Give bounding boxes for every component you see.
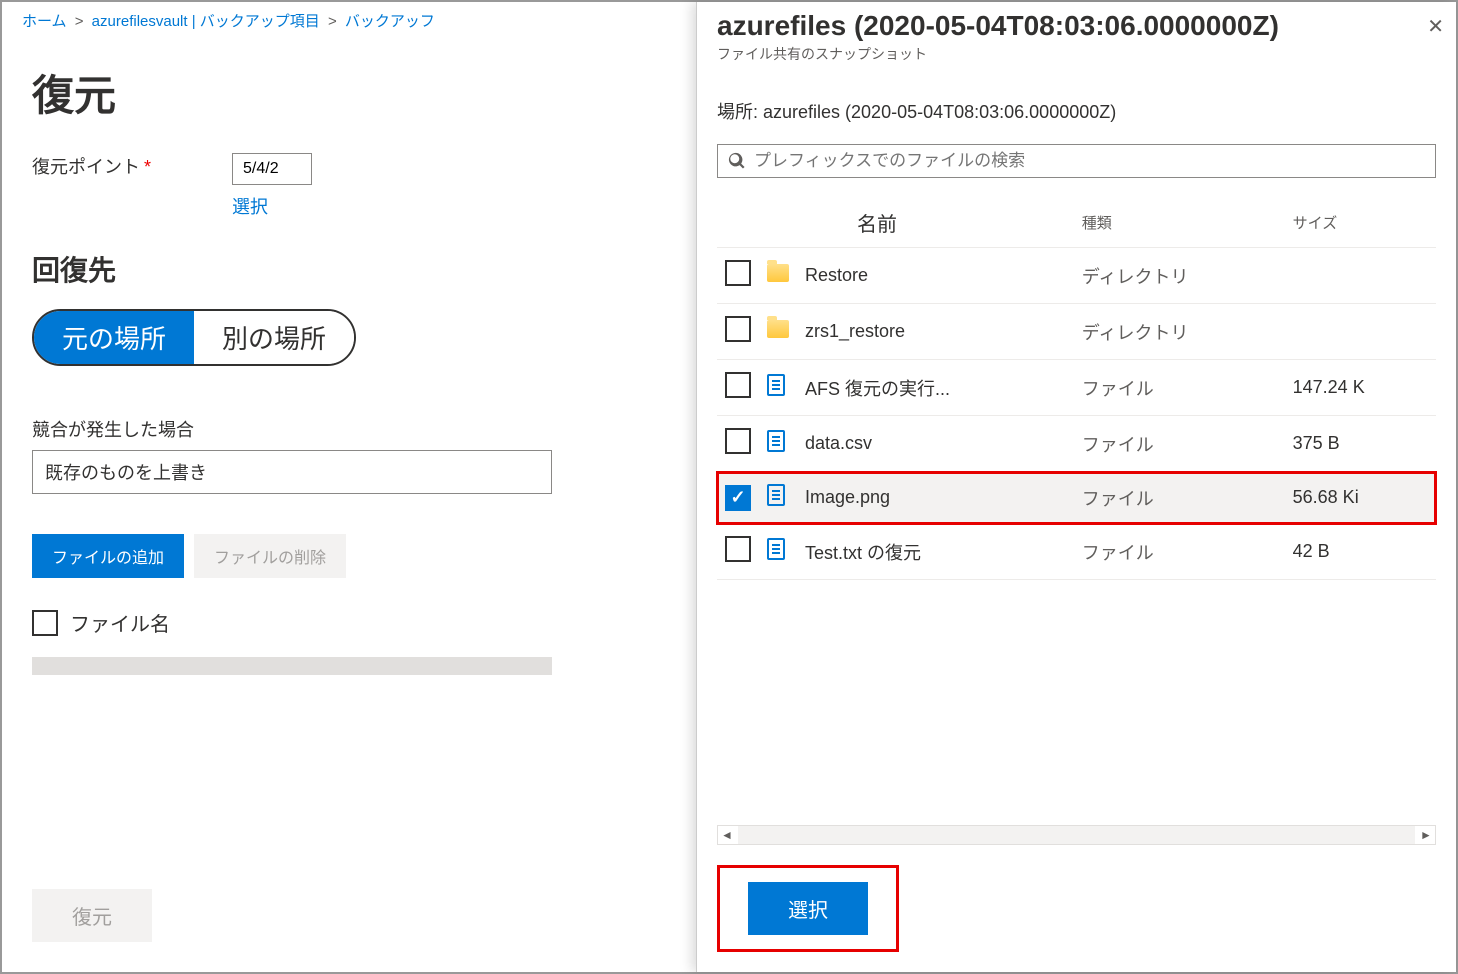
file-name[interactable]: data.csv <box>797 416 1074 472</box>
snapshot-blade: ✕ azurefiles (2020-05-04T08:03:06.000000… <box>696 2 1456 972</box>
pill-alternate-location[interactable]: 別の場所 <box>194 311 354 364</box>
breadcrumb-sep: > <box>75 13 84 30</box>
file-type: ディレクトリ <box>1074 304 1285 360</box>
breadcrumb-backup[interactable]: バックアッフ <box>345 13 435 30</box>
col-size[interactable]: サイズ <box>1285 198 1436 248</box>
filename-checkbox[interactable] <box>32 610 58 636</box>
file-name[interactable]: Restore <box>797 248 1074 304</box>
restore-point-label: 復元ポイント* <box>32 153 232 179</box>
file-icon <box>767 430 785 452</box>
conflict-label: 競合が発生した場合 <box>32 416 552 442</box>
file-size <box>1285 304 1436 360</box>
table-row[interactable]: AFS 復元の実行...ファイル147.24 K <box>717 360 1436 416</box>
file-type: ディレクトリ <box>1074 248 1285 304</box>
location-toggle: 元の場所 別の場所 <box>32 309 356 366</box>
recover-destination-title: 回復先 <box>32 249 552 289</box>
add-file-button[interactable]: ファイルの追加 <box>32 534 184 578</box>
close-icon[interactable]: ✕ <box>1427 14 1444 39</box>
search-icon <box>728 152 746 170</box>
file-icon <box>767 374 785 396</box>
restore-point-input[interactable] <box>232 153 312 185</box>
table-row[interactable]: Image.pngファイル56.68 Ki <box>717 472 1436 524</box>
file-size <box>1285 248 1436 304</box>
horizontal-scrollbar[interactable] <box>32 657 552 675</box>
file-size: 42 B <box>1285 524 1436 580</box>
file-size: 56.68 Ki <box>1285 472 1436 524</box>
col-name[interactable]: 名前 <box>797 198 1074 248</box>
folder-icon <box>767 264 789 282</box>
file-size: 375 B <box>1285 416 1436 472</box>
row-checkbox[interactable] <box>725 316 751 342</box>
scroll-right-icon[interactable]: ► <box>1417 828 1435 842</box>
file-table: 名前 種類 サイズ Restoreディレクトリzrs1_restoreディレクト… <box>717 198 1436 580</box>
page-title: 復元 <box>32 62 552 123</box>
file-icon <box>767 538 785 560</box>
row-checkbox[interactable] <box>725 536 751 562</box>
blade-title: azurefiles (2020-05-04T08:03:06.0000000Z… <box>717 10 1436 42</box>
select-button[interactable]: 選択 <box>748 882 868 935</box>
file-type: ファイル <box>1074 524 1285 580</box>
search-box[interactable] <box>717 144 1436 178</box>
restore-button: 復元 <box>32 889 152 942</box>
file-type: ファイル <box>1074 472 1285 524</box>
row-checkbox[interactable] <box>725 485 751 511</box>
folder-icon <box>767 320 789 338</box>
delete-file-button: ファイルの削除 <box>194 534 346 578</box>
table-row[interactable]: Restoreディレクトリ <box>717 248 1436 304</box>
col-type[interactable]: 種類 <box>1074 198 1285 248</box>
breadcrumb-home[interactable]: ホーム <box>22 13 67 30</box>
restore-panel: 復元 復元ポイント* 選択 回復先 元の場所 別の場所 競合が発生した場合 既存… <box>2 42 582 695</box>
filename-label: ファイル名 <box>70 608 170 637</box>
file-type: ファイル <box>1074 416 1285 472</box>
scroll-left-icon[interactable]: ◄ <box>718 828 736 842</box>
breadcrumb-vault[interactable]: azurefilesvault | バックアップ項目 <box>92 13 320 30</box>
table-row[interactable]: Test.txt の復元ファイル42 B <box>717 524 1436 580</box>
file-name[interactable]: Image.png <box>797 472 1074 524</box>
pill-original-location[interactable]: 元の場所 <box>34 311 194 364</box>
search-input[interactable] <box>746 151 1425 171</box>
file-name[interactable]: AFS 復元の実行... <box>797 360 1074 416</box>
file-name[interactable]: zrs1_restore <box>797 304 1074 360</box>
location-text: 場所: azurefiles (2020-05-04T08:03:06.0000… <box>717 98 1436 124</box>
breadcrumb-sep: > <box>328 13 337 30</box>
file-type: ファイル <box>1074 360 1285 416</box>
select-restore-point-link[interactable]: 選択 <box>232 193 552 219</box>
table-row[interactable]: zrs1_restoreディレクトリ <box>717 304 1436 360</box>
file-size: 147.24 K <box>1285 360 1436 416</box>
file-name[interactable]: Test.txt の復元 <box>797 524 1074 580</box>
blade-subtitle: ファイル共有のスナップショット <box>717 44 1436 64</box>
row-checkbox[interactable] <box>725 260 751 286</box>
file-icon <box>767 484 785 506</box>
table-scrollbar[interactable]: ◄ ► <box>717 825 1436 845</box>
conflict-select[interactable]: 既存のものを上書き <box>32 450 552 494</box>
row-checkbox[interactable] <box>725 372 751 398</box>
scroll-track[interactable] <box>738 826 1415 844</box>
row-checkbox[interactable] <box>725 428 751 454</box>
table-row[interactable]: data.csvファイル375 B <box>717 416 1436 472</box>
select-button-highlight: 選択 <box>717 865 899 952</box>
